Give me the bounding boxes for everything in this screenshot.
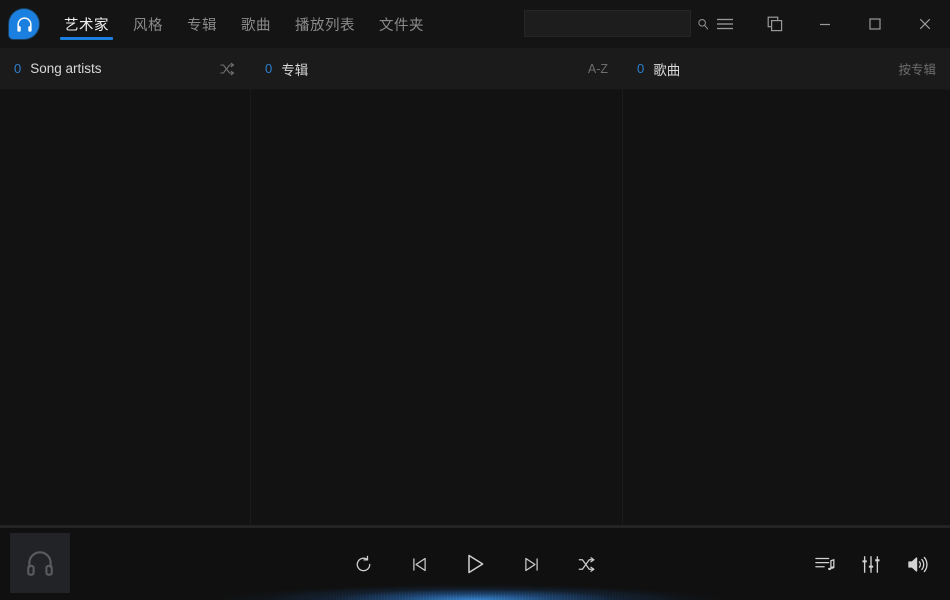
- maximize-button[interactable]: [850, 0, 900, 48]
- songs-sort-button[interactable]: 按专辑: [898, 59, 936, 78]
- equalizer-button[interactable]: [861, 555, 881, 574]
- albums-count: 0: [265, 61, 273, 76]
- column-songs: 0 歌曲 按专辑: [622, 48, 950, 525]
- player-bar: [0, 528, 950, 600]
- minimize-button[interactable]: [800, 0, 850, 48]
- library-columns: 0 Song artists 0 专辑 A-Z 0 歌曲 按专辑: [0, 48, 950, 525]
- albums-sort-button[interactable]: A-Z: [588, 62, 608, 76]
- search-input[interactable]: [525, 11, 696, 36]
- tab-label: 艺术家: [64, 17, 109, 34]
- column-header: 0 专辑 A-Z: [251, 48, 622, 90]
- tab-albums[interactable]: 专辑: [175, 0, 229, 48]
- headphones-logo-icon: [9, 9, 39, 39]
- column-header: 0 Song artists: [0, 48, 250, 90]
- songs-list[interactable]: [623, 90, 950, 525]
- albums-title: 专辑: [281, 62, 309, 78]
- player-right-controls: [815, 528, 928, 600]
- tab-playlists[interactable]: 播放列表: [283, 0, 367, 48]
- close-button[interactable]: [900, 0, 950, 48]
- songs-title: 歌曲: [653, 62, 681, 78]
- artists-title: Song artists: [30, 61, 102, 76]
- shuffle-icon[interactable]: [220, 62, 236, 76]
- tab-songs[interactable]: 歌曲: [229, 0, 283, 48]
- play-button[interactable]: [459, 548, 491, 580]
- tab-label: 风格: [133, 17, 163, 34]
- column-artists: 0 Song artists: [0, 48, 250, 525]
- tab-label: 文件夹: [379, 17, 424, 34]
- playlist-queue-button[interactable]: [815, 555, 835, 573]
- nav-tabs: 艺术家 风格 专辑 歌曲 播放列表 文件夹: [52, 0, 436, 48]
- songs-count: 0: [637, 61, 645, 76]
- tab-label: 播放列表: [295, 17, 355, 34]
- artists-count: 0: [14, 61, 22, 76]
- previous-button[interactable]: [403, 548, 435, 580]
- volume-button[interactable]: [907, 555, 928, 574]
- column-albums: 0 专辑 A-Z: [250, 48, 622, 525]
- transport-controls: [0, 528, 950, 600]
- music-player-window: 艺术家 风格 专辑 歌曲 播放列表 文件夹 0 Song artists 0 专…: [0, 0, 950, 600]
- tab-label: 专辑: [187, 17, 217, 34]
- artists-list[interactable]: [0, 90, 250, 525]
- tab-artists[interactable]: 艺术家: [52, 0, 121, 48]
- window-controls: [700, 0, 950, 48]
- column-header: 0 歌曲 按专辑: [623, 48, 950, 90]
- next-button[interactable]: [515, 548, 547, 580]
- titlebar: 艺术家 风格 专辑 歌曲 播放列表 文件夹: [0, 0, 950, 48]
- mini-mode-button[interactable]: [750, 0, 800, 48]
- repeat-button[interactable]: [347, 548, 379, 580]
- tab-genres[interactable]: 风格: [121, 0, 175, 48]
- search-box[interactable]: [524, 10, 709, 37]
- app-logo: [0, 0, 48, 48]
- tab-folders[interactable]: 文件夹: [367, 0, 436, 48]
- albums-list[interactable]: [251, 90, 622, 525]
- shuffle-button[interactable]: [571, 548, 603, 580]
- menu-button[interactable]: [700, 0, 750, 48]
- tab-label: 歌曲: [241, 17, 271, 34]
